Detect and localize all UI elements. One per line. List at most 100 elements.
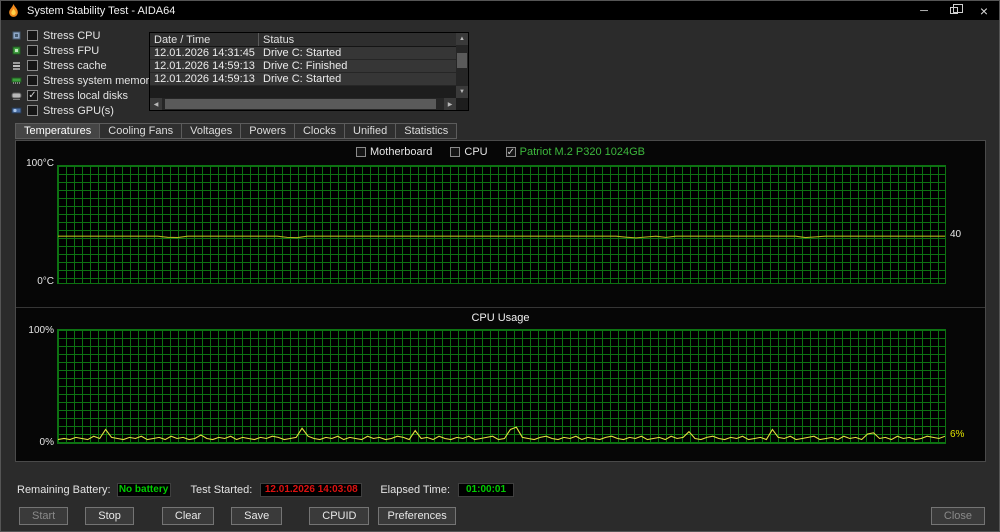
scroll-up-icon[interactable]: ▲ (456, 33, 468, 45)
log-cell-status: Drive C: Started (263, 47, 342, 59)
save-button[interactable]: Save (231, 506, 283, 525)
stress-disks-checkbox[interactable]: ✓ (27, 90, 38, 101)
stress-option-cpu[interactable]: Stress CPU (11, 29, 155, 42)
stress-option-gpu[interactable]: Stress GPU(s) (11, 104, 155, 117)
close-icon: × (979, 2, 989, 19)
legend-patriot-checkbox[interactable]: ✓ (505, 147, 516, 158)
temp-axis-min-label: 0°C (37, 276, 54, 287)
vscroll-track[interactable] (456, 45, 468, 86)
preferences-button[interactable]: Preferences (378, 506, 456, 525)
minimize-icon: ─ (920, 4, 928, 17)
stress-cpu-label: Stress CPU (43, 29, 101, 42)
cpu-usage-chart (57, 329, 946, 444)
elapsed-time-value: 01:00:01 (458, 482, 515, 497)
stress-gpu-checkbox[interactable] (27, 105, 38, 116)
tab-clocks[interactable]: Clocks (293, 123, 345, 139)
legend-item-cpu[interactable]: CPU (450, 146, 488, 158)
stress-option-disks[interactable]: ✓ Stress local disks (11, 89, 155, 102)
gpu-icon (11, 105, 22, 116)
stress-disks-label: Stress local disks (43, 89, 128, 102)
cache-icon (11, 60, 22, 71)
fpu-icon (11, 45, 22, 56)
cpu-current-value: 6% (950, 429, 965, 440)
chart-panel: Motherboard CPU ✓ Patriot M.2 P320 1024G… (15, 140, 986, 462)
cpuid-button[interactable]: CPUID (309, 506, 370, 525)
stress-option-memory[interactable]: Stress system memory (11, 75, 155, 87)
titlebar: System Stability Test - AIDA64 ─ × (1, 1, 999, 20)
hscroll-thumb[interactable] (164, 99, 436, 109)
clear-button[interactable]: Clear (161, 506, 215, 525)
stress-memory-checkbox[interactable] (27, 75, 38, 86)
tab-temperatures[interactable]: Temperatures (15, 123, 101, 139)
app-window: System Stability Test - AIDA64 ─ × Stres… (0, 0, 1000, 532)
stress-cpu-checkbox[interactable] (27, 30, 38, 41)
close-button[interactable]: Close (930, 506, 985, 525)
cpu-icon (11, 30, 22, 41)
stress-option-cache[interactable]: Stress cache (11, 59, 155, 72)
legend-motherboard-label: Motherboard (370, 146, 433, 158)
hscroll-track[interactable] (162, 98, 444, 110)
test-started-label: Test Started: (190, 483, 253, 496)
log-vertical-scrollbar[interactable]: ▲ ▼ (456, 33, 468, 98)
temp-axis-max-label: 100°C (26, 158, 54, 169)
status-bar: Remaining Battery: No battery Test Start… (17, 482, 515, 497)
stress-gpu-label: Stress GPU(s) (43, 104, 114, 117)
disk-icon (11, 90, 22, 101)
legend-cpu-checkbox[interactable] (450, 147, 461, 157)
stress-option-fpu[interactable]: Stress FPU (11, 44, 155, 57)
memory-icon (11, 75, 22, 86)
tab-statistics[interactable]: Statistics (395, 123, 458, 139)
log-row[interactable]: 12.01.2026 14:59:13 Drive C: Started (150, 73, 456, 86)
cpu-usage-line-series (58, 426, 945, 441)
log-cell-datetime: 12.01.2026 14:31:45 (154, 47, 255, 59)
legend-patriot-label: Patriot M.2 P320 1024GB (519, 146, 645, 158)
temperature-line-series (58, 235, 945, 239)
legend-item-motherboard[interactable]: Motherboard (356, 146, 432, 158)
close-window-button[interactable]: × (969, 1, 999, 20)
legend-cpu-label: CPU (464, 146, 488, 158)
stress-fpu-checkbox[interactable] (27, 45, 38, 56)
cpu-axis-min-label: 0% (39, 437, 54, 448)
chart-divider (16, 307, 985, 308)
log-body: 12.01.2026 14:31:45 Drive C: Started 12.… (150, 47, 456, 86)
scroll-left-icon[interactable]: ◀ (150, 98, 162, 110)
action-buttons: Start Stop Clear Save CPUID Preferences … (19, 506, 985, 525)
log-cell-status: Drive C: Started (263, 73, 342, 85)
battery-label: Remaining Battery: (17, 483, 111, 496)
log-row[interactable]: 12.01.2026 14:31:45 Drive C: Started (150, 47, 456, 60)
tab-unified[interactable]: Unified (344, 123, 397, 139)
scroll-down-icon[interactable]: ▼ (456, 86, 468, 98)
elapsed-time-label: Elapsed Time: (380, 483, 451, 496)
tab-powers[interactable]: Powers (240, 123, 295, 139)
log-column-status[interactable]: Status (259, 33, 456, 46)
cpu-axis-max-label: 100% (28, 325, 54, 336)
tab-cooling-fans[interactable]: Cooling Fans (99, 123, 183, 139)
temperature-chart (57, 165, 946, 284)
window-controls: ─ × (909, 1, 999, 20)
window-title: System Stability Test - AIDA64 (27, 4, 176, 17)
cpu-usage-title: CPU Usage (471, 312, 530, 324)
log-cell-status: Drive C: Finished (263, 60, 348, 72)
log-horizontal-scrollbar[interactable]: ◀ ▶ (150, 98, 456, 110)
chart-legend: Motherboard CPU ✓ Patriot M.2 P320 1024G… (16, 146, 985, 158)
battery-value: No battery (116, 482, 171, 497)
stress-fpu-label: Stress FPU (43, 44, 100, 57)
restore-button[interactable] (939, 1, 969, 20)
legend-item-patriot-ssd[interactable]: ✓ Patriot M.2 P320 1024GB (505, 146, 645, 158)
stop-button[interactable]: Stop (85, 506, 134, 525)
log-column-datetime[interactable]: Date / Time (150, 33, 259, 46)
log-cell-datetime: 12.01.2026 14:59:13 (154, 73, 255, 85)
restore-icon (950, 4, 963, 14)
chart-tabs: Temperatures Cooling Fans Voltages Power… (15, 123, 458, 139)
log-row[interactable]: 12.01.2026 14:59:13 Drive C: Finished (150, 60, 456, 73)
start-button[interactable]: Start (19, 506, 69, 525)
stress-cache-label: Stress cache (43, 59, 107, 72)
vscroll-thumb[interactable] (457, 53, 467, 68)
minimize-button[interactable]: ─ (909, 1, 939, 20)
temp-current-value: 40 (950, 229, 962, 240)
legend-motherboard-checkbox[interactable] (356, 147, 367, 157)
log-cell-datetime: 12.01.2026 14:59:13 (154, 60, 255, 72)
stress-cache-checkbox[interactable] (27, 60, 38, 71)
scroll-right-icon[interactable]: ▶ (444, 98, 456, 110)
tab-voltages[interactable]: Voltages (181, 123, 242, 139)
